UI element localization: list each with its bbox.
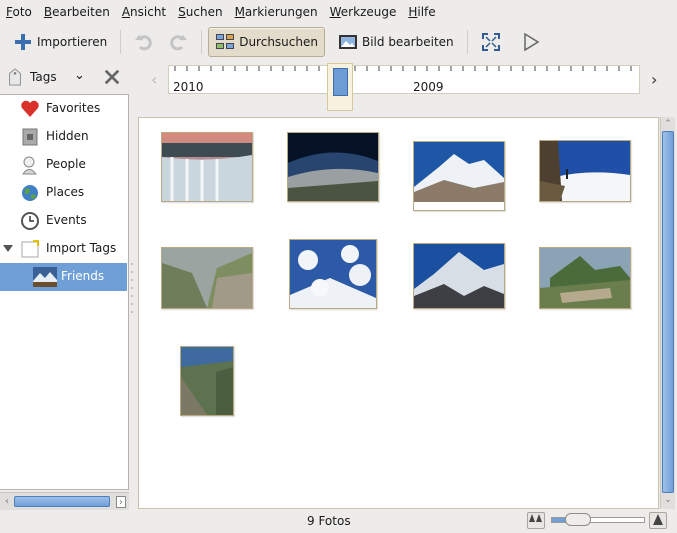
photo-thumbnail[interactable] — [287, 132, 379, 202]
browse-grid-icon — [216, 34, 235, 49]
menu-ansicht[interactable]: Ansicht — [118, 0, 170, 24]
edit-photo-icon — [338, 35, 357, 49]
rotate-left-button[interactable] — [127, 27, 161, 57]
scroll-left-arrow-icon[interactable]: ‹ — [2, 496, 12, 508]
toolbar-separator — [201, 30, 203, 54]
lock-icon — [22, 128, 38, 146]
pane-resize-grip[interactable] — [130, 260, 134, 320]
browse-button[interactable]: Durchsuchen — [208, 27, 325, 57]
photo-thumbnail[interactable] — [161, 247, 253, 309]
photo-thumbnail[interactable] — [413, 141, 505, 211]
sidebar-item-import-tags[interactable]: Import Tags — [0, 235, 127, 263]
edit-photo-button[interactable]: Bild bearbeiten — [331, 27, 461, 57]
import-tag-icon — [21, 240, 39, 258]
scroll-up-arrow-icon[interactable]: ⌃ — [663, 119, 673, 129]
photo-count: 9 Fotos — [307, 514, 351, 528]
timeline-left-arrow-icon[interactable]: ‹ — [151, 70, 157, 89]
fullscreen-button[interactable] — [474, 27, 508, 57]
import-button[interactable]: Importieren — [6, 27, 114, 57]
timeline-selection-fill — [333, 68, 348, 96]
timeline-year-left: 2010 — [173, 80, 204, 94]
scrollbar-thumb[interactable] — [662, 131, 674, 493]
menu-markierungen[interactable]: Markierungen — [231, 0, 322, 24]
toolbar-separator — [120, 30, 122, 54]
sidebar-item-places[interactable]: Places — [0, 179, 127, 207]
rotate-left-icon — [135, 35, 152, 51]
photo-thumbnail[interactable] — [161, 132, 253, 202]
timeline-year-right: 2009 — [413, 80, 444, 94]
clock-icon — [21, 212, 39, 230]
tags-header: Tags ⌄ — [0, 60, 130, 94]
photo-thumbnail[interactable] — [539, 140, 631, 202]
sidebar-item-hidden[interactable]: Hidden — [0, 123, 127, 151]
rotate-right-icon — [170, 35, 188, 51]
plus-icon — [15, 34, 31, 50]
zoom-out-trees-icon — [529, 514, 542, 522]
photo-grid — [138, 117, 659, 509]
tags-dropdown-chevron-icon[interactable]: ⌄ — [74, 68, 85, 83]
tag-icon — [9, 68, 21, 86]
menu-werkzeuge[interactable]: Werkzeuge — [326, 0, 401, 24]
tag-sidebar: Favorites Hidden People Places Events Im… — [0, 94, 129, 490]
sidebar-horizontal-scrollbar[interactable]: ‹ › — [0, 492, 129, 510]
expander-triangle-icon[interactable] — [3, 245, 13, 252]
rotate-right-button[interactable] — [161, 27, 195, 57]
close-icon[interactable] — [103, 68, 121, 86]
play-icon — [523, 32, 540, 52]
photo-vertical-scrollbar[interactable]: ⌃ ⌄ — [660, 117, 675, 509]
timeline-selection-handle[interactable] — [327, 63, 353, 111]
menu-bearbeiten[interactable]: Bearbeiten — [40, 0, 114, 24]
menu-hilfe[interactable]: Hilfe — [404, 0, 439, 24]
photo-thumbnail[interactable] — [413, 243, 505, 309]
fullscreen-icon — [481, 33, 500, 51]
scrollbar-thumb[interactable] — [14, 496, 110, 507]
slideshow-button[interactable] — [514, 27, 548, 57]
timeline-track[interactable]: 2010 2009 — [168, 65, 640, 94]
sidebar-item-people[interactable]: People — [0, 151, 127, 179]
photo-thumbnail[interactable] — [289, 239, 377, 309]
sidebar-item-favorites[interactable]: Favorites — [0, 95, 127, 123]
scroll-down-arrow-icon[interactable]: ⌄ — [663, 495, 673, 505]
zoom-out-button[interactable] — [527, 512, 545, 529]
timeline: ‹ 2010 2009 › — [138, 60, 677, 114]
zoom-in-button[interactable] — [649, 512, 667, 529]
scroll-right-arrow-icon[interactable]: › — [116, 496, 126, 508]
status-bar: 9 Fotos — [0, 510, 677, 532]
person-icon — [22, 156, 38, 175]
zoom-in-tree-icon — [653, 514, 663, 525]
photo-thumbnail[interactable] — [539, 247, 631, 309]
friends-thumbnail-icon — [33, 267, 57, 287]
menu-suchen[interactable]: Suchen — [174, 0, 226, 24]
globe-icon — [22, 185, 38, 201]
zoom-slider-knob[interactable] — [565, 513, 591, 526]
heart-icon — [21, 100, 39, 117]
menu-bar: Foto Bearbeiten Ansicht Suchen Markierun… — [0, 0, 677, 24]
timeline-ticks — [174, 66, 632, 71]
toolbar-separator — [466, 30, 468, 54]
menu-foto[interactable]: Foto — [2, 0, 36, 24]
sidebar-item-events[interactable]: Events — [0, 207, 127, 235]
photo-thumbnail[interactable] — [180, 346, 234, 416]
toolbar: Importieren Durchsuchen Bild bearbeiten — [0, 24, 677, 60]
sidebar-item-friends[interactable]: Friends — [0, 263, 127, 291]
timeline-right-arrow-icon[interactable]: › — [651, 70, 657, 89]
